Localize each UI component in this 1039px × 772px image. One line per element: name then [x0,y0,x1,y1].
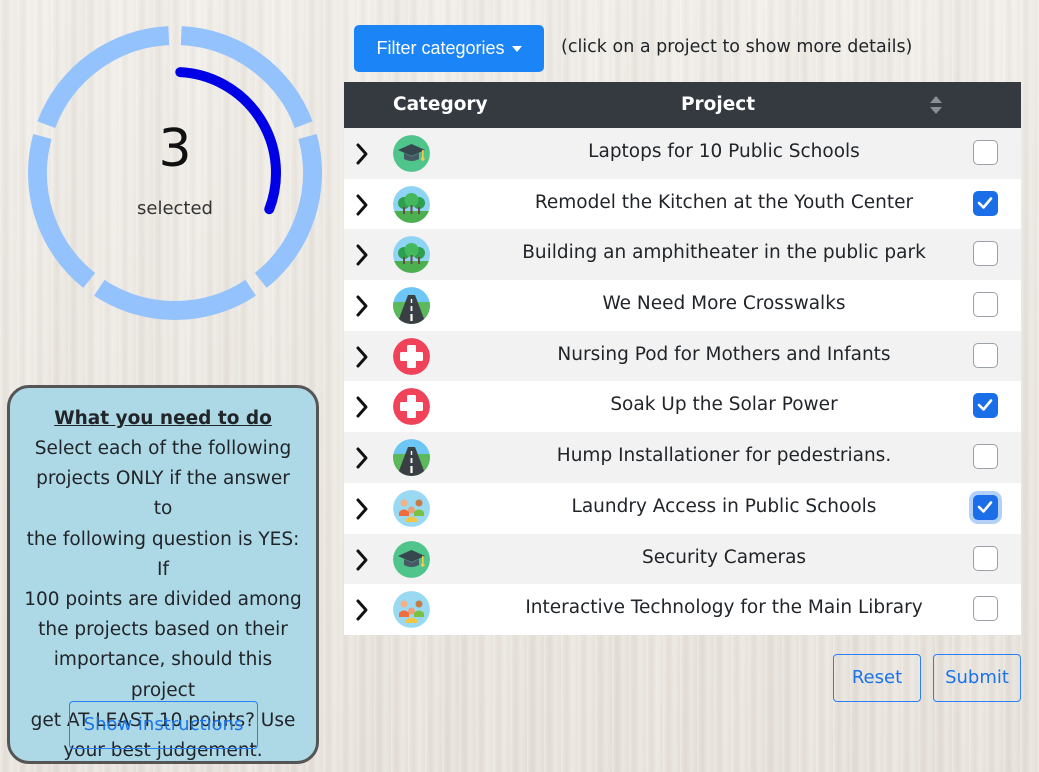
details-hint: (click on a project to show more details… [561,37,913,57]
table-row[interactable]: We Need More Crosswalks [344,280,1021,331]
select-checkbox[interactable] [973,596,998,622]
filter-categories-label: Filter categories [376,38,505,58]
road-icon [393,439,430,477]
table-row[interactable]: Laptops for 10 Public Schools [344,128,1021,179]
select-checkbox[interactable] [973,393,998,419]
filter-categories-button[interactable]: Filter categories [354,25,544,72]
project-name[interactable]: Hump Installationer for pedestrians. [474,445,974,466]
table-header: Category Project [344,82,1021,128]
instructions-line: 100 points are divided among [24,589,302,611]
selected-label: selected [137,198,213,219]
project-name[interactable]: Laptops for 10 Public Schools [474,141,974,162]
select-checkbox[interactable] [973,545,998,571]
project-name[interactable]: We Need More Crosswalks [474,293,974,314]
chevron-right-icon[interactable] [354,497,370,521]
projects-table: Category Project Laptops for 10 Public S… [344,82,1021,635]
instructions-line: importance, should this project [53,649,273,701]
road-icon [393,287,430,325]
medical-cross-icon [393,337,430,375]
show-instructions-button[interactable]: Show instructions [69,701,258,749]
table-row[interactable]: Laundry Access in Public Schools [344,482,1021,534]
chevron-right-icon[interactable] [354,193,370,217]
table-row[interactable]: Remodel the Kitchen at the Youth Center [344,178,1021,230]
select-checkbox[interactable] [973,444,998,470]
select-checkbox[interactable] [973,190,998,216]
table-row[interactable]: Hump Installationer for pedestrians. [344,432,1021,483]
medical-cross-icon [393,388,430,426]
chevron-right-icon[interactable] [354,395,370,419]
checkmark-icon [977,196,993,209]
caret-down-icon [511,45,522,52]
park-trees-icon [393,236,430,274]
table-row[interactable]: Nursing Pod for Mothers and Infants [344,330,1021,382]
select-checkbox[interactable] [973,292,998,318]
community-people-icon [393,489,430,527]
table-row[interactable]: Soak Up the Solar Power [344,381,1021,433]
project-name[interactable]: Soak Up the Solar Power [474,394,974,415]
chevron-right-icon[interactable] [354,243,370,267]
instructions-line: projects ONLY if the answer to [36,468,290,520]
progress-ring-segment [94,279,256,320]
chevron-right-icon[interactable] [354,294,370,318]
project-name[interactable]: Nursing Pod for Mothers and Infants [474,344,974,365]
instructions-line: the projects based on their [38,619,288,641]
chevron-right-icon[interactable] [354,598,370,622]
table-body: Laptops for 10 Public Schools Remodel the… [344,128,1021,635]
graduation-cap-icon [393,135,430,172]
selected-count: 3 [158,119,192,179]
select-checkbox[interactable] [973,241,998,267]
select-checkbox[interactable] [973,342,998,368]
project-column-header[interactable]: Project [681,94,755,115]
chevron-right-icon[interactable] [354,446,370,470]
table-row[interactable]: Building an amphitheater in the public p… [344,229,1021,281]
instructions-line: the following question is YES: If [26,528,300,580]
park-trees-icon [393,185,430,223]
table-row[interactable]: Security Cameras [344,533,1021,585]
selection-progress-donut: 3 selected [16,14,334,332]
table-row[interactable]: Interactive Technology for the Main Libr… [344,584,1021,635]
select-checkbox[interactable] [973,140,998,165]
project-name[interactable]: Interactive Technology for the Main Libr… [474,597,974,618]
graduation-cap-icon [393,540,430,578]
checkmark-icon [977,399,993,412]
instructions-panel: What you need to do Select each of the f… [7,385,319,764]
project-name[interactable]: Security Cameras [474,547,974,568]
progress-ring-segment [37,26,170,129]
category-column-header[interactable]: Category [393,94,488,115]
checkmark-icon [977,501,993,513]
instructions-title: What you need to do [54,408,272,429]
chevron-right-icon[interactable] [354,548,370,572]
project-name[interactable]: Building an amphitheater in the public p… [474,242,974,263]
submit-button[interactable]: Submit [933,654,1021,702]
select-checkbox[interactable] [973,494,998,520]
project-name[interactable]: Remodel the Kitchen at the Youth Center [474,192,974,213]
instructions-line: Select each of the following [34,438,292,459]
community-people-icon [393,591,430,629]
project-name[interactable]: Laundry Access in Public Schools [474,496,974,517]
reset-button[interactable]: Reset [833,654,921,702]
sort-icon[interactable] [929,95,943,115]
chevron-right-icon[interactable] [354,142,370,166]
chevron-right-icon[interactable] [354,345,370,369]
